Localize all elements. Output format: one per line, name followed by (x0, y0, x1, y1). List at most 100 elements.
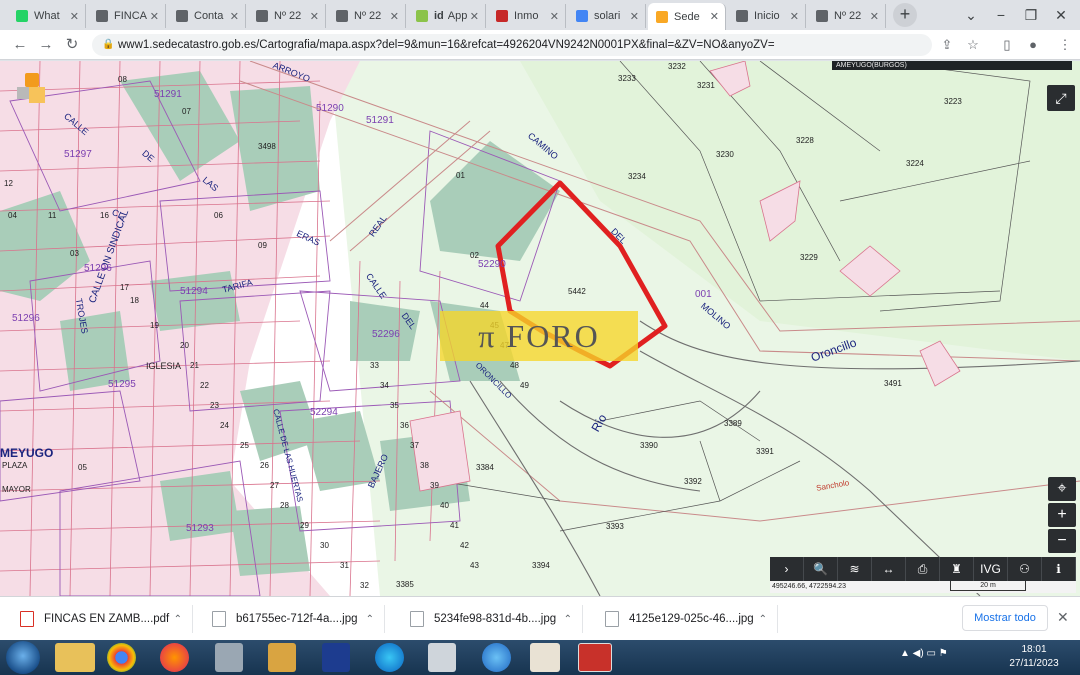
tab-close-icon[interactable]: ✕ (70, 10, 79, 23)
chevron-up-icon[interactable]: ⌃ (759, 614, 767, 625)
parcel-number: 22 (200, 381, 209, 390)
start-button[interactable] (6, 641, 40, 674)
new-tab-button[interactable]: + (893, 3, 917, 27)
zoom-in-button[interactable]: + (1048, 503, 1076, 527)
tab-title: App - (447, 10, 470, 22)
cadastral-map[interactable]: ARROYO CALLE DE LAS ERAS CL TARIFA CALLE DEL MOLI… (0, 61, 1080, 596)
reload-icon[interactable]: ↻ (62, 35, 82, 55)
forward-icon[interactable]: → (36, 35, 56, 55)
side-panel-icon[interactable]: ▯ (998, 36, 1016, 54)
tab-favicon-icon (736, 10, 748, 22)
parcel-number: 28 (280, 501, 289, 510)
minimize-button[interactable]: − (990, 4, 1012, 26)
close-downloads-icon[interactable]: ✕ (1057, 609, 1069, 626)
share-icon[interactable]: ⇪ (938, 36, 956, 54)
share-icon[interactable]: ⚇ (1008, 557, 1042, 581)
parcel-number: 06 (214, 211, 223, 220)
image-viewer-icon[interactable] (578, 643, 612, 672)
chevron-up-icon[interactable]: ⌃ (174, 614, 182, 625)
parcel-number: 12 (4, 179, 13, 188)
tab-close-icon[interactable]: ✕ (710, 10, 719, 23)
ivg-button[interactable]: IVG (974, 557, 1008, 581)
tab-title: FINCA (114, 10, 147, 22)
profile-icon[interactable]: ● (1024, 36, 1042, 54)
tab-10[interactable]: Nº 22 ✕ (808, 4, 886, 28)
parcel-number: 40 (440, 501, 449, 510)
internet-explorer-icon[interactable] (482, 643, 511, 672)
back-icon[interactable]: ← (10, 35, 30, 55)
tab-1[interactable]: FINCA ✕ (88, 4, 166, 28)
tab-favicon-icon (96, 10, 108, 22)
tab-9[interactable]: Inicio ✕ (728, 4, 806, 28)
chrome-icon[interactable] (107, 643, 136, 672)
fullscreen-icon[interactable]: ⤢ (1047, 85, 1075, 111)
media-player-icon[interactable] (268, 643, 296, 672)
bookmark-star-icon[interactable]: ☆ (964, 36, 982, 54)
tab-close-icon[interactable]: ✕ (630, 10, 639, 23)
parcel-number: 16 (100, 211, 109, 220)
measure-icon[interactable]: ↔ (872, 557, 906, 581)
tab-3[interactable]: Nº 22 ✕ (248, 4, 326, 28)
tab-close-icon[interactable]: ✕ (470, 10, 479, 23)
tab-8[interactable]: Sede ✕ (648, 3, 726, 30)
file-explorer-icon[interactable] (55, 643, 95, 672)
parcel-number: 32 (360, 581, 369, 590)
tab-favicon-icon (816, 10, 828, 22)
tab-0[interactable]: What ✕ (8, 4, 86, 28)
block-number: 51293 (186, 523, 214, 534)
calculator-icon[interactable] (215, 643, 243, 672)
download-item[interactable]: 4125e129-025c-46....jpg ⌃ (593, 605, 778, 633)
parcel-number: 30 (320, 541, 329, 550)
street-label: MAYOR (2, 485, 31, 494)
tab-close-icon[interactable]: ✕ (230, 10, 239, 23)
pope-icon[interactable] (530, 643, 560, 672)
app-icon[interactable] (322, 643, 350, 672)
catastro-logo-icon (17, 73, 51, 107)
block-number: 51291 (366, 115, 394, 126)
chevron-up-icon[interactable]: ⌃ (564, 614, 572, 625)
restore-button[interactable]: ❐ (1020, 4, 1042, 26)
expand-icon[interactable]: › (770, 557, 804, 581)
tab-7[interactable]: solari ✕ (568, 4, 646, 28)
printer-icon[interactable] (428, 643, 456, 672)
firefox-icon[interactable] (160, 643, 189, 672)
chevron-up-icon[interactable]: ⌃ (366, 614, 374, 625)
close-window-button[interactable]: ✕ (1050, 4, 1072, 26)
tab-favicon-icon (496, 10, 508, 22)
reference-icon[interactable]: ♜ (940, 557, 974, 581)
info-icon[interactable]: ℹ (1042, 557, 1076, 581)
tab-close-icon[interactable]: ✕ (790, 10, 799, 23)
download-item[interactable]: b61755ec-712f-4a....jpg ⌃ (200, 605, 385, 633)
tab-close-icon[interactable]: ✕ (310, 10, 319, 23)
tab-favicon-icon (256, 10, 268, 22)
tab-close-icon[interactable]: ✕ (550, 10, 559, 23)
locate-icon[interactable]: ⌖ (1048, 477, 1076, 501)
block-number: 51295 (108, 379, 136, 390)
menu-icon[interactable]: ⋮ (1056, 36, 1074, 54)
address-bar[interactable]: 🔒 www1.sedecatastro.gob.es/Cartografia/m… (92, 34, 932, 56)
tab-4[interactable]: Nº 22 ✕ (328, 4, 406, 28)
parcel-number: 41 (450, 521, 459, 530)
tab-close-icon[interactable]: ✕ (390, 10, 399, 23)
clock[interactable]: 18:01 27/11/2023 (1004, 643, 1064, 671)
tab-2[interactable]: Conta ✕ (168, 4, 246, 28)
tab-5[interactable]: idApp -✕ (408, 4, 486, 28)
layers-icon[interactable]: ≋ (838, 557, 872, 581)
system-tray[interactable]: ▲ ◀) ▭ ⚑ (900, 648, 948, 659)
download-item[interactable]: FINCAS EN ZAMB....pdf ⌃ (8, 605, 193, 633)
parcel-number: 20 (180, 341, 189, 350)
tab-close-icon[interactable]: ✕ (150, 10, 159, 23)
map-scale-bar: 20 m (950, 581, 1026, 591)
search-icon[interactable]: 🔍 (804, 557, 838, 581)
tab-search-icon[interactable]: ⌄ (960, 4, 982, 26)
zoom-out-button[interactable]: − (1048, 529, 1076, 553)
download-item[interactable]: 5234fe98-831d-4b....jpg ⌃ (398, 605, 583, 633)
show-all-downloads-button[interactable]: Mostrar todo (962, 605, 1048, 631)
tab-title: Inicio (754, 10, 780, 22)
edge-icon[interactable] (375, 643, 404, 672)
tab-6[interactable]: Inmo ✕ (488, 4, 566, 28)
parcel-number: 17 (120, 283, 129, 292)
tab-close-icon[interactable]: ✕ (870, 10, 879, 23)
print-icon[interactable]: ⎙ (906, 557, 940, 581)
parcel-number: 3229 (800, 253, 818, 262)
